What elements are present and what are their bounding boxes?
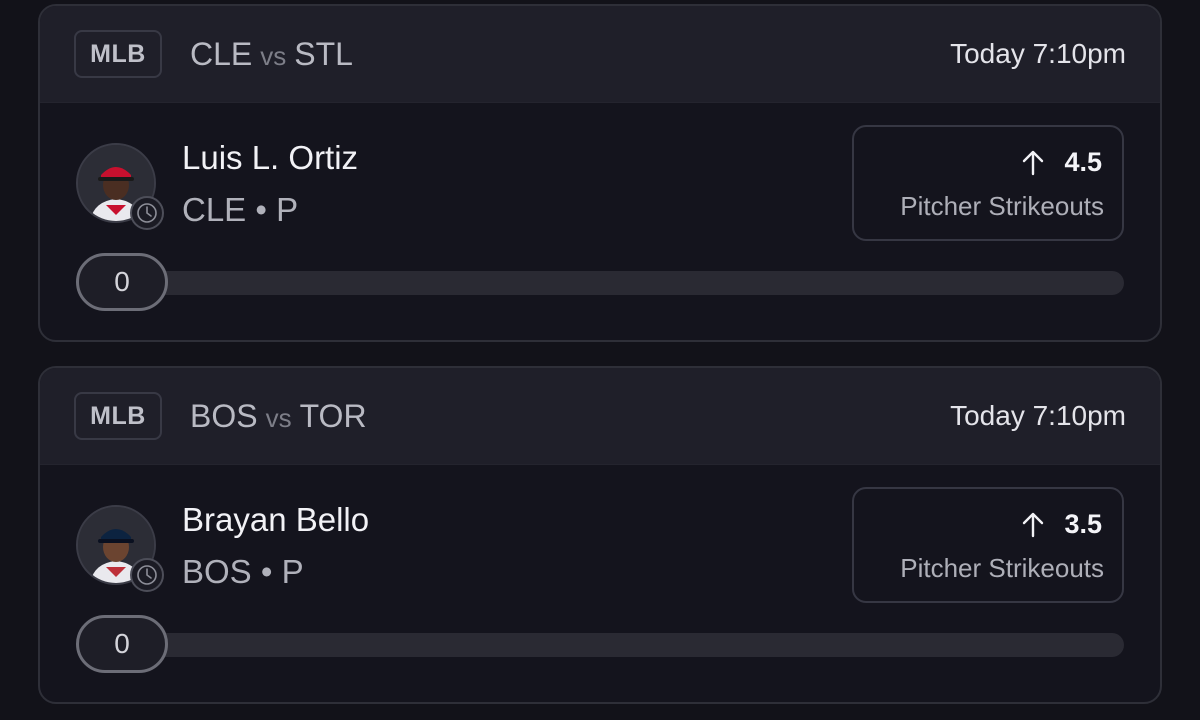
separator: • <box>260 553 273 590</box>
vs-label: vs <box>265 402 292 433</box>
home-team: BOS <box>190 397 258 434</box>
player-meta: CLE • P <box>182 191 298 229</box>
matchup: CLE vs STL <box>190 36 353 73</box>
up-arrow-icon <box>1022 512 1044 538</box>
vs-label: vs <box>260 40 287 71</box>
clock-icon <box>130 196 164 230</box>
prop-line: 3.5 <box>1022 509 1102 540</box>
prop-stat: Pitcher Strikeouts <box>900 191 1104 221</box>
home-team: CLE <box>190 35 253 72</box>
up-arrow-icon <box>1022 150 1044 176</box>
game-time: Today 7:10pm <box>950 38 1126 69</box>
matchup: BOS vs TOR <box>190 398 367 435</box>
player-name: Luis L. Ortiz <box>182 139 359 176</box>
prop-body: Brayan Bello BOS • P 3.5 Pitcher Strikeo… <box>40 465 1160 701</box>
clock-icon <box>130 558 164 592</box>
prop-card[interactable]: MLB CLE vs STL Today 7:10pm Luis L. Ortiz … <box>38 4 1162 342</box>
game-header: MLB BOS vs TOR Today 7:10pm <box>40 368 1160 465</box>
player-team: BOS <box>182 553 252 590</box>
prop-stat: Pitcher Strikeouts <box>900 553 1104 583</box>
progress-track <box>130 271 1124 295</box>
prop-body: Luis L. Ortiz CLE • P 4.5 Pitcher Strike… <box>40 103 1160 339</box>
player-name: Brayan Bello <box>182 501 370 538</box>
player-team: CLE <box>182 191 247 228</box>
away-team: TOR <box>299 397 367 434</box>
separator: • <box>255 191 267 228</box>
league-badge: MLB <box>74 392 162 440</box>
prop-value: 4.5 <box>1064 147 1102 177</box>
game-header: MLB CLE vs STL Today 7:10pm <box>40 6 1160 103</box>
player-meta: BOS • P <box>182 553 304 591</box>
current-count: 0 <box>76 253 168 311</box>
progress-track <box>130 633 1124 657</box>
prop-card[interactable]: MLB BOS vs TOR Today 7:10pm Brayan Bello B… <box>38 366 1162 704</box>
prop-line-box[interactable]: 3.5 Pitcher Strikeouts <box>852 487 1124 603</box>
player-position: P <box>281 553 304 590</box>
prop-line: 4.5 <box>1022 147 1102 178</box>
current-count: 0 <box>76 615 168 673</box>
game-time: Today 7:10pm <box>950 400 1126 431</box>
league-badge: MLB <box>74 30 162 78</box>
player-position: P <box>276 191 299 228</box>
away-team: STL <box>294 35 353 72</box>
prop-value: 3.5 <box>1064 509 1102 539</box>
prop-line-box[interactable]: 4.5 Pitcher Strikeouts <box>852 125 1124 241</box>
